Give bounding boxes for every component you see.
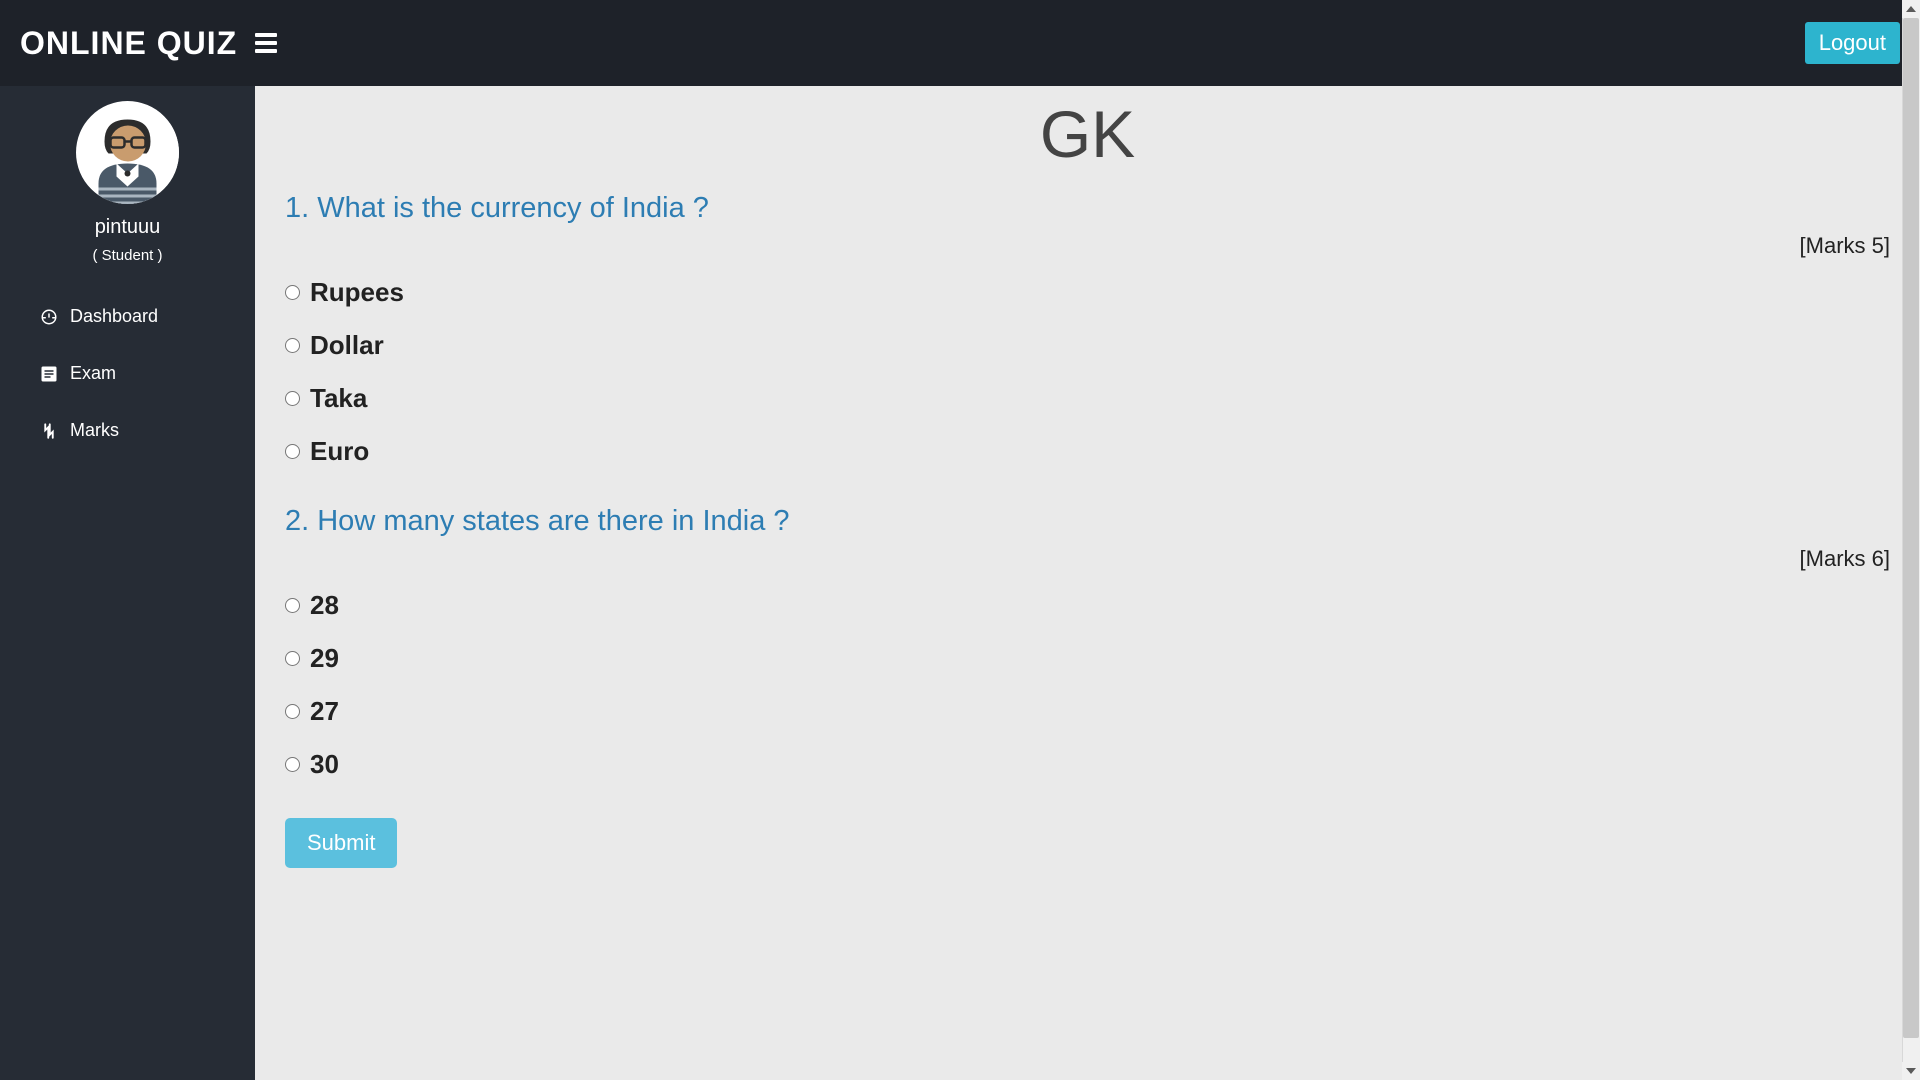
- scroll-up-button[interactable]: [1902, 0, 1920, 18]
- question-marks: [Marks 6]: [285, 546, 1890, 572]
- option-label: 30: [310, 749, 339, 780]
- option-radio[interactable]: [285, 391, 300, 406]
- chevron-up-icon: [1906, 6, 1916, 12]
- question-text: 2. How many states are there in India ?: [285, 505, 1890, 538]
- option-label: Euro: [310, 436, 369, 467]
- profile-section: pintuuu ( Student ): [0, 86, 255, 264]
- username-label: pintuuu: [95, 216, 161, 239]
- scroll-thumb[interactable]: [1903, 18, 1919, 1038]
- question-marks: [Marks 5]: [285, 233, 1890, 259]
- role-label: ( Student ): [92, 247, 162, 264]
- sidebar-item-label: Dashboard: [70, 306, 158, 327]
- sidebar-item-exam[interactable]: Exam: [0, 345, 255, 402]
- marks-icon: [40, 422, 58, 440]
- quiz-title: GK: [285, 96, 1890, 172]
- main-content: GK 1. What is the currency of India ? [M…: [255, 86, 1920, 1080]
- option-label: 29: [310, 643, 339, 674]
- sidebar-item-label: Marks: [70, 420, 119, 441]
- option-label: Rupees: [310, 277, 404, 308]
- scrollbar-track[interactable]: [1902, 0, 1920, 1080]
- option-row[interactable]: 27: [285, 696, 1890, 727]
- question-block-1: 1. What is the currency of India ? [Mark…: [285, 192, 1890, 467]
- option-row[interactable]: Dollar: [285, 330, 1890, 361]
- option-row[interactable]: Rupees: [285, 277, 1890, 308]
- exam-icon: [40, 365, 58, 383]
- dashboard-icon: [40, 308, 58, 326]
- option-row[interactable]: 28: [285, 590, 1890, 621]
- option-label: Taka: [310, 383, 367, 414]
- option-radio[interactable]: [285, 338, 300, 353]
- header: ONLINE QUIZ Logout: [0, 0, 1920, 86]
- avatar: [76, 101, 179, 204]
- option-row[interactable]: Euro: [285, 436, 1890, 467]
- logout-button[interactable]: Logout: [1805, 22, 1900, 64]
- option-radio[interactable]: [285, 757, 300, 772]
- sidebar-item-label: Exam: [70, 363, 116, 384]
- option-radio[interactable]: [285, 704, 300, 719]
- option-row[interactable]: 30: [285, 749, 1890, 780]
- app-logo: ONLINE QUIZ: [20, 25, 237, 62]
- sidebar: pintuuu ( Student ) Dashboard Exam Marks: [0, 86, 255, 1080]
- sidebar-nav: Dashboard Exam Marks: [0, 288, 255, 459]
- question-block-2: 2. How many states are there in India ? …: [285, 505, 1890, 780]
- option-label: 28: [310, 590, 339, 621]
- scroll-down-button[interactable]: [1902, 1062, 1920, 1080]
- sidebar-item-dashboard[interactable]: Dashboard: [0, 288, 255, 345]
- question-text: 1. What is the currency of India ?: [285, 192, 1890, 225]
- options-group: 28 29 27 30: [285, 590, 1890, 780]
- option-radio[interactable]: [285, 651, 300, 666]
- option-radio[interactable]: [285, 598, 300, 613]
- option-row[interactable]: 29: [285, 643, 1890, 674]
- option-label: 27: [310, 696, 339, 727]
- submit-button[interactable]: Submit: [285, 818, 397, 868]
- option-label: Dollar: [310, 330, 384, 361]
- sidebar-item-marks[interactable]: Marks: [0, 402, 255, 459]
- chevron-down-icon: [1906, 1068, 1916, 1074]
- options-group: Rupees Dollar Taka Euro: [285, 277, 1890, 467]
- option-radio[interactable]: [285, 444, 300, 459]
- option-radio[interactable]: [285, 285, 300, 300]
- option-row[interactable]: Taka: [285, 383, 1890, 414]
- hamburger-icon[interactable]: [255, 33, 277, 53]
